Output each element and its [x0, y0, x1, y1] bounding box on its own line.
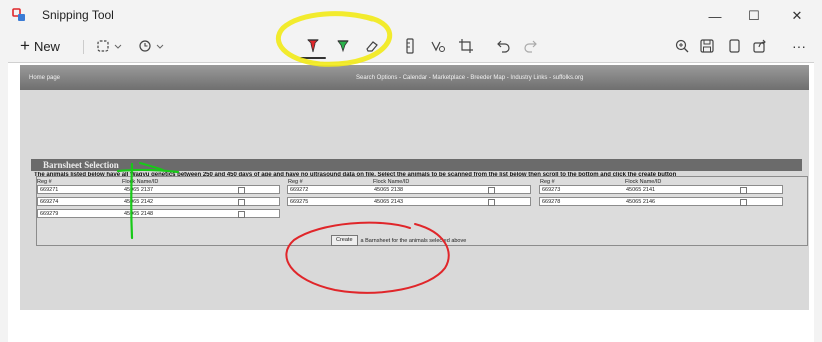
selected-tool-indicator — [300, 57, 326, 59]
save-button[interactable] — [697, 37, 717, 55]
clock-icon — [139, 40, 164, 52]
select-checkbox[interactable] — [488, 199, 495, 206]
section-title: Barnsheet Selection — [43, 160, 119, 170]
zoom-button[interactable] — [672, 37, 692, 55]
copy-button[interactable] — [724, 37, 744, 55]
close-button[interactable]: ✕ — [782, 4, 812, 28]
reg-number: 669274 — [40, 199, 59, 205]
green-highlighter-icon — [337, 40, 349, 53]
crop-icon — [459, 39, 473, 53]
select-checkbox[interactable] — [238, 187, 245, 194]
share-icon — [753, 39, 766, 53]
animal-row: 669271 45065 2137 — [37, 185, 280, 194]
text-actions-button[interactable] — [428, 37, 448, 55]
select-checkbox[interactable] — [238, 211, 245, 218]
toolbar: + New ··· — [0, 32, 822, 60]
flock-id: 45065 2142 — [124, 199, 154, 205]
reg-number: 669271 — [40, 187, 59, 193]
new-button[interactable]: + New — [20, 36, 60, 56]
snip-mode-dropdown[interactable] — [96, 37, 126, 55]
home-page-link[interactable]: Home page — [29, 75, 60, 81]
site-nav-links[interactable]: Search Options - Calendar - Marketplace … — [356, 75, 583, 81]
select-checkbox[interactable] — [238, 199, 245, 206]
rectangle-snip-icon — [97, 40, 122, 52]
flock-id: 45065 2143 — [374, 199, 404, 205]
animal-list-box: Reg # Flock Name/ID Reg # Flock Name/ID … — [36, 176, 808, 246]
site-banner: Home page Search Options - Calendar - Ma… — [20, 65, 809, 90]
delay-timer-dropdown[interactable] — [138, 37, 168, 55]
eraser-button[interactable] — [362, 37, 382, 55]
animal-row: 669274 45065 2142 — [37, 197, 280, 206]
undo-icon — [497, 40, 510, 53]
share-button[interactable] — [750, 37, 770, 55]
snipping-tool-icon — [12, 8, 25, 21]
animal-row: 669272 45065 2138 — [287, 185, 531, 194]
flock-id: 45065 2148 — [124, 211, 154, 217]
plus-icon: + — [20, 36, 30, 55]
create-button[interactable]: Create — [331, 235, 358, 246]
flock-id: 45065 2137 — [124, 187, 154, 193]
maximize-button[interactable]: ☐ — [739, 4, 769, 28]
redo-icon — [524, 40, 537, 53]
ruler-button[interactable] — [400, 37, 420, 55]
save-icon — [700, 39, 714, 53]
see-more-button[interactable]: ··· — [787, 37, 811, 55]
highlighter-button[interactable] — [333, 37, 353, 55]
flock-id: 45065 2141 — [626, 187, 656, 193]
copy-icon — [729, 39, 740, 53]
flock-id: 45065 2146 — [626, 199, 656, 205]
new-button-label: New — [33, 38, 60, 54]
text-actions-icon — [431, 41, 445, 52]
zoom-in-icon — [675, 39, 689, 53]
app-title: Snipping Tool — [42, 8, 114, 22]
redo-button[interactable] — [520, 37, 540, 55]
reg-number: 669273 — [542, 187, 561, 193]
animal-row: 669273 45065 2141 — [539, 185, 783, 194]
crop-button[interactable] — [456, 37, 476, 55]
toolbar-divider — [83, 40, 84, 54]
animal-row: 669278 45065 2146 — [539, 197, 783, 206]
animal-row: 669279 45065 2148 — [37, 209, 280, 218]
reg-number: 669278 — [542, 199, 561, 205]
eraser-icon — [366, 41, 378, 52]
undo-button[interactable] — [494, 37, 514, 55]
flock-id: 45065 2138 — [374, 187, 404, 193]
select-checkbox[interactable] — [488, 187, 495, 194]
minimize-button[interactable]: — — [700, 4, 730, 28]
create-description: a Barnsheet for the animals selected abo… — [360, 237, 467, 244]
title-bar: Snipping Tool — ☐ ✕ — [0, 0, 822, 32]
animal-row: 669275 45065 2143 — [287, 197, 531, 206]
select-checkbox[interactable] — [740, 199, 747, 206]
reg-number: 669275 — [290, 199, 309, 205]
ruler-icon — [406, 38, 414, 54]
reg-number: 669279 — [40, 211, 59, 217]
ballpoint-pen-button[interactable] — [303, 37, 323, 55]
red-pen-icon — [307, 39, 319, 53]
section-header: Barnsheet Selection — [31, 159, 802, 171]
reg-number: 669272 — [290, 187, 309, 193]
barnsheet-selection: Barnsheet Selection The animals listed b… — [31, 159, 808, 307]
create-bar: Create a Barnsheet for the animals selec… — [331, 235, 466, 246]
select-checkbox[interactable] — [740, 187, 747, 194]
